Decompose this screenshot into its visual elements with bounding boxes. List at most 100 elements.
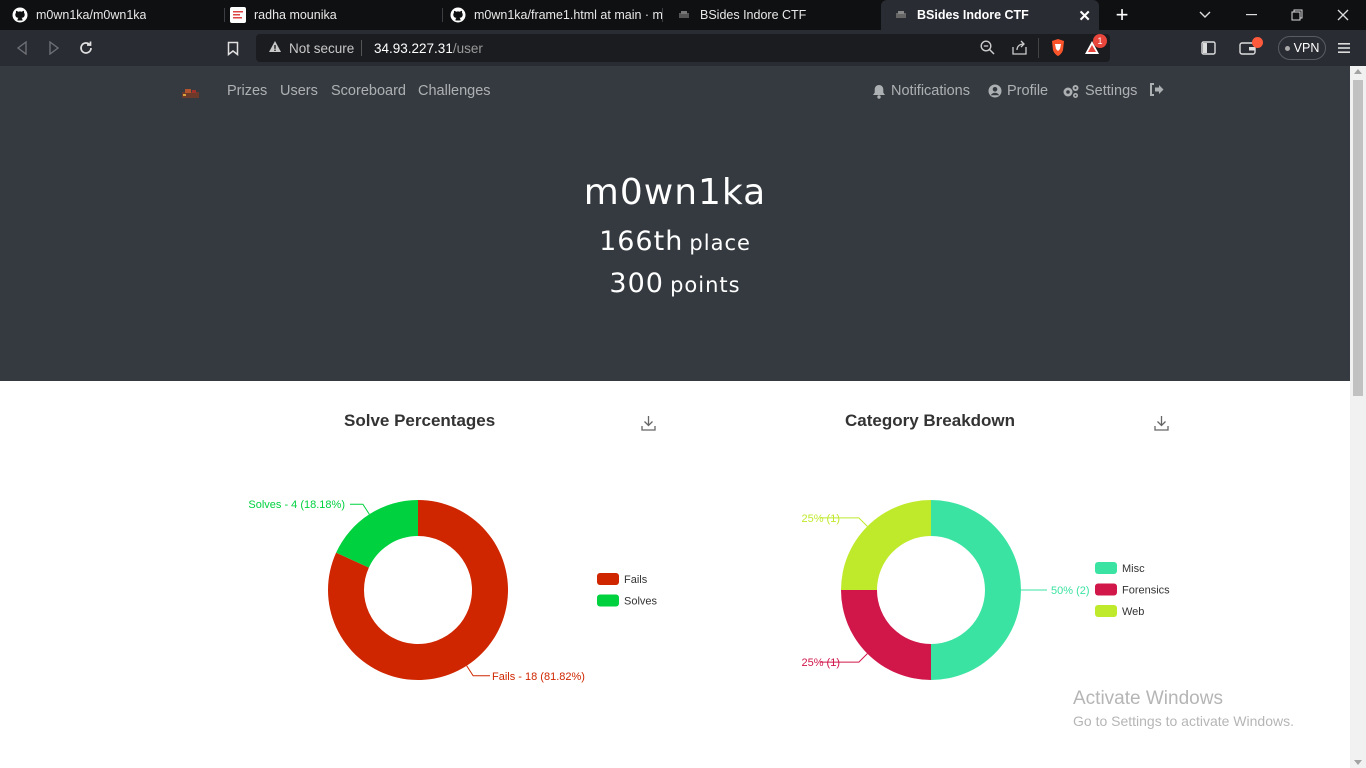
pie-slice-web[interactable] (841, 500, 931, 590)
security-label[interactable]: Not secure (289, 41, 354, 56)
github-icon (12, 7, 28, 23)
sidebar-icon[interactable] (1196, 36, 1220, 60)
rewards-badge: 1 (1093, 34, 1107, 48)
chart-title-solve: Solve Percentages (344, 411, 496, 430)
warning-icon[interactable] (268, 40, 282, 58)
nav-settings-label: Settings (1085, 83, 1138, 99)
points-number: 300 (609, 268, 664, 299)
legend-swatch-web[interactable] (1095, 605, 1117, 617)
nav-scoreboard[interactable]: Scoreboard (331, 83, 406, 99)
profile-place: 166th place (0, 226, 1350, 257)
page-content: Prizes Users Scoreboard Challenges Notif… (0, 66, 1350, 768)
url-path: /user (452, 41, 483, 56)
nav-settings[interactable]: Settings (1062, 83, 1137, 99)
label-leader-line (350, 503, 370, 515)
legend-label[interactable]: Solves (624, 596, 658, 608)
legend-label[interactable]: Misc (1122, 563, 1145, 575)
legend-swatch-misc[interactable] (1095, 562, 1117, 574)
restore-button[interactable] (1274, 0, 1320, 30)
scroll-thumb[interactable] (1353, 80, 1363, 396)
tab-title: m0wn1ka/frame1.html at main · m (474, 8, 662, 22)
site-navbar: Prizes Users Scoreboard Challenges Notif… (0, 66, 1350, 118)
back-button[interactable] (10, 36, 34, 60)
nav-profile-label: Profile (1007, 83, 1049, 99)
ctf-favicon-icon (893, 7, 909, 23)
reload-button[interactable] (74, 36, 98, 60)
label-leader-line (466, 665, 490, 677)
place-label: place (689, 231, 751, 255)
bell-icon (873, 84, 885, 99)
zoom-icon[interactable] (980, 40, 995, 60)
tab-radha-mounika[interactable]: radha mounika (218, 0, 442, 30)
points-label: points (670, 273, 741, 297)
nav-profile[interactable]: Profile (988, 83, 1048, 99)
tab-frame1-html[interactable]: m0wn1ka/frame1.html at main · m (438, 0, 662, 30)
pie-slice-solves[interactable] (336, 500, 418, 568)
menu-icon[interactable] (1332, 36, 1356, 60)
chart-title-category: Category Breakdown (845, 411, 1016, 430)
user-circle-icon (988, 84, 1002, 98)
download-icon[interactable] (641, 415, 656, 436)
tab-bsides-ctf[interactable]: BSides Indore CTF (664, 0, 880, 30)
tab-title: radha mounika (254, 8, 337, 22)
bookmark-icon[interactable] (221, 36, 245, 60)
profile-username: m0wn1ka (583, 172, 767, 213)
close-icon[interactable]: ✕ (1078, 7, 1091, 25)
nav-prizes[interactable]: Prizes (227, 83, 267, 99)
vpn-status-dot (1284, 45, 1290, 51)
address-bar[interactable]: Not secure 34.93.227.31/user 1 (256, 34, 1110, 62)
legend-label[interactable]: Web (1122, 606, 1144, 618)
watermark-title: Activate Windows (1073, 688, 1223, 709)
pie-slice-misc[interactable] (931, 500, 1021, 680)
vpn-button[interactable]: VPN (1278, 36, 1326, 60)
cogs-icon (1063, 84, 1079, 98)
nav-notifications-label: Notifications (891, 83, 970, 99)
minimize-button[interactable] (1228, 0, 1274, 30)
nav-challenges[interactable]: Challenges (418, 83, 491, 99)
page-scrollbar[interactable] (1350, 66, 1366, 768)
github-icon (450, 7, 466, 23)
slice-label: 25% (1) (801, 657, 840, 669)
place-number: 166th (599, 226, 684, 257)
legend-swatch-fails[interactable] (597, 573, 619, 585)
vpn-label: VPN (1293, 41, 1320, 55)
wallet-notification-dot (1252, 37, 1263, 48)
tab-bsides-ctf-active[interactable]: BSides Indore CTF ✕ (881, 0, 1099, 30)
url-divider (361, 40, 362, 56)
tab-m0wn1ka-repo[interactable]: m0wn1ka/m0wn1ka (0, 0, 224, 30)
category-breakdown-chart: 50% (2) 25% (1) 25% (1) Misc Forensics Web (801, 500, 1170, 680)
solve-percentage-chart: Fails - 18 (81.82%) Solves - 4 (18.18%) Fa… (248, 499, 658, 683)
slice-label: 50% (2) (1051, 585, 1090, 597)
url-divider (1038, 38, 1039, 58)
profile-header: Prizes Users Scoreboard Challenges Notif… (0, 66, 1350, 381)
profile-points: 300 points (0, 268, 1350, 299)
scroll-up-arrow-icon[interactable] (1354, 69, 1362, 74)
tab-strip: m0wn1ka/m0wn1ka radha mounika m0wn1ka/fr… (0, 0, 1366, 30)
tab-separator (662, 8, 663, 22)
scroll-down-arrow-icon[interactable] (1354, 760, 1362, 765)
download-icon[interactable] (1154, 415, 1169, 436)
windows-activation-watermark: Activate Windows Go to Settings to activ… (1073, 688, 1294, 729)
new-tab-button[interactable]: + (1110, 2, 1134, 28)
site-logo[interactable] (182, 86, 199, 98)
tab-title: m0wn1ka/m0wn1ka (36, 8, 147, 22)
logout-icon[interactable] (1149, 83, 1169, 96)
url-text[interactable]: 34.93.227.31/user (374, 41, 483, 56)
pie-slice-forensics[interactable] (841, 590, 931, 680)
close-window-button[interactable] (1320, 0, 1366, 30)
forward-button[interactable] (42, 36, 66, 60)
legend-label[interactable]: Forensics (1122, 585, 1170, 597)
browser-toolbar: Not secure 34.93.227.31/user 1 VPN (0, 30, 1366, 66)
nav-notifications[interactable]: Notifications (872, 83, 970, 99)
brave-shield-icon[interactable] (1050, 38, 1066, 62)
slice-label: Fails - 18 (81.82%) (492, 671, 585, 683)
slice-label: 25% (1) (801, 513, 840, 525)
nav-users[interactable]: Users (280, 83, 318, 99)
legend-label[interactable]: Fails (624, 574, 648, 586)
pdf-icon (230, 7, 246, 23)
share-icon[interactable] (1012, 40, 1028, 60)
legend-swatch-forensics[interactable] (1095, 583, 1117, 596)
url-host: 34.93.227.31 (374, 41, 453, 56)
legend-swatch-solves[interactable] (597, 594, 619, 607)
tab-search-chevron-icon[interactable] (1182, 0, 1228, 30)
